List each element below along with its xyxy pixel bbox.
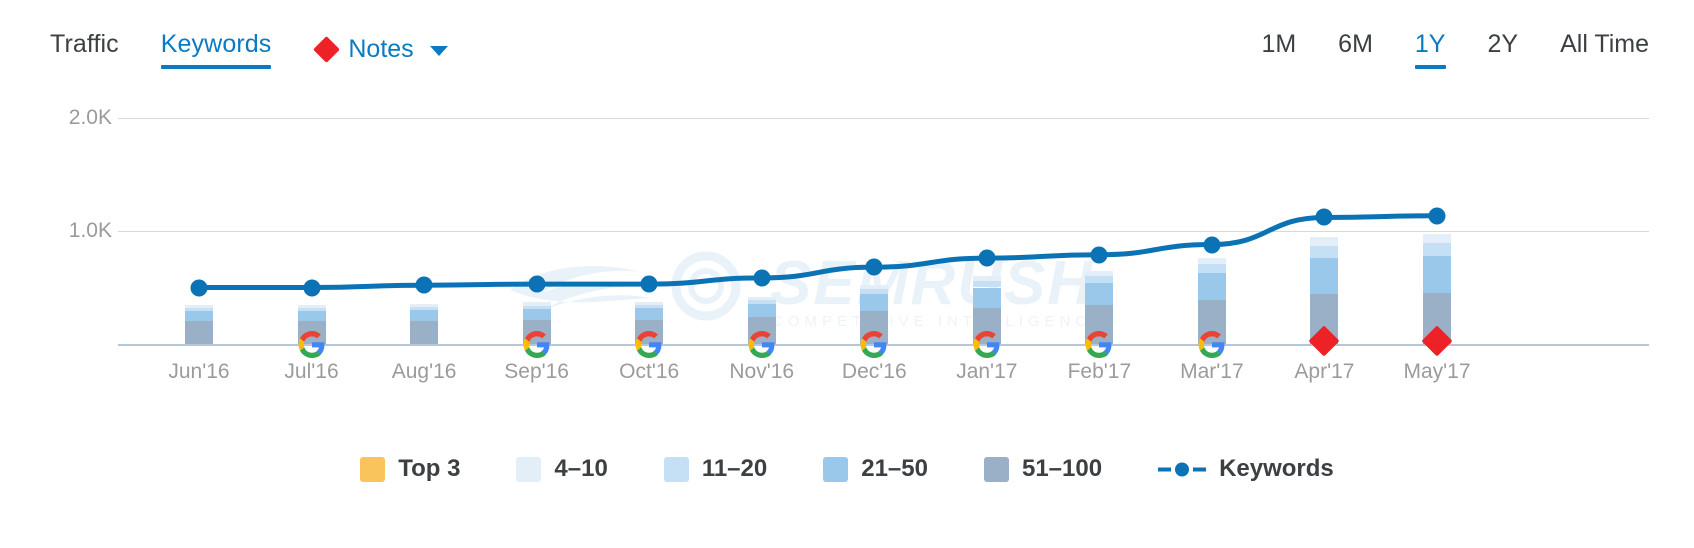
google-icon[interactable] [1085,331,1113,358]
x-axis-label: Jun'16 [168,360,230,383]
y-axis-label: 1.0K [68,219,112,242]
bar-segment[interactable] [522,302,551,306]
bar-segment[interactable] [747,300,776,305]
legend-label: 11–20 [701,455,768,482]
bar-segment[interactable] [185,311,213,322]
google-icon[interactable] [973,331,1000,358]
x-axis-label: May'17 [1403,360,1471,383]
x-axis-label: Dec'16 [841,360,907,383]
gridline [118,118,1649,119]
legend-line-marker-icon [1158,457,1207,482]
bar-segment[interactable] [635,305,664,309]
x-axis-label: Aug'16 [391,360,457,383]
bar-segment[interactable] [1085,276,1114,283]
data-point[interactable] [1203,236,1221,254]
legend-swatch [516,456,542,482]
data-point[interactable] [640,275,658,293]
data-point[interactable] [1315,208,1333,226]
bar-segment[interactable] [972,281,1001,288]
x-axis-label: Jan'17 [956,360,1018,383]
x-axis-label: Feb'17 [1067,360,1132,383]
bar-segment[interactable] [522,305,551,309]
bar-segment[interactable] [1197,272,1226,300]
bar-segment[interactable] [972,276,1001,282]
google-icon[interactable] [748,331,775,358]
x-axis-label: Apr'17 [1294,360,1355,383]
legend-item[interactable]: Top 3 [360,455,460,483]
legend-swatch [360,456,386,482]
gridline [118,231,1649,232]
legend-label: 21–50 [861,455,928,482]
bar-segment[interactable] [860,289,889,295]
svg-text:SEMRUSH: SEMRUSH [770,249,1094,318]
legend-label: Keywords [1219,455,1334,482]
legend-item[interactable]: 4–10 [516,455,608,483]
bar-segment[interactable] [1310,237,1339,246]
google-icon[interactable] [860,331,888,358]
x-axis-label: Nov'16 [729,360,795,383]
bar-segment[interactable] [185,305,213,309]
bar-segment[interactable] [635,301,664,305]
data-point[interactable] [978,249,996,267]
bar-segment[interactable] [1310,245,1339,259]
legend-label: Top 3 [398,455,461,482]
bar-segment[interactable] [860,284,889,290]
y-axis-label: 2.0K [68,106,112,129]
data-point[interactable] [1428,207,1446,225]
data-point[interactable] [415,276,433,294]
legend-item[interactable]: Keywords [1158,455,1334,483]
data-point[interactable] [190,279,208,296]
x-axis-label: Sep'16 [504,360,569,383]
bar-segment[interactable] [410,310,439,321]
bar-segment[interactable] [1085,282,1114,305]
bar-segment[interactable] [410,320,439,344]
semrush-watermark: SEMRUSH COMPETITIVE INTELLIGENCE [510,249,1106,328]
google-icon[interactable] [298,331,325,358]
bar-segment[interactable] [1423,233,1451,243]
bar-segment[interactable] [1197,257,1226,265]
legend-item[interactable]: 51–100 [983,455,1103,483]
chart-legend: Top 3 4–10 11–20 21–50 51–100 Keywords [0,455,1694,483]
bar-segment[interactable] [410,307,439,311]
data-point[interactable] [303,279,321,296]
bar-segment[interactable] [860,294,889,312]
legend-item[interactable]: 21–50 [823,455,928,483]
bar-segment[interactable] [1197,264,1226,273]
data-point[interactable] [753,269,771,287]
data-point[interactable] [1090,246,1108,264]
legend-item[interactable]: 11–20 [663,455,768,483]
data-point[interactable] [528,275,546,293]
legend-swatch [823,456,849,482]
bar-segment[interactable] [1423,255,1451,294]
legend-label: 4–10 [554,455,608,482]
chart-widget: Traffic Keywords Notes 1M 6M 1Y 2Y All T… [0,0,1694,548]
bar-segment[interactable] [185,308,213,312]
bar-segment[interactable] [297,308,326,312]
bar-segment[interactable] [635,308,664,320]
bar-segment[interactable] [297,305,326,309]
bar-segment[interactable] [747,304,776,318]
x-axis-label: Jul'16 [284,360,339,383]
x-axis-label: Mar'17 [1180,360,1244,383]
bar-segment[interactable] [747,296,776,301]
keywords-line [196,213,1440,290]
bar-segment[interactable] [1310,258,1339,295]
data-point[interactable] [865,258,883,276]
legend-swatch [983,456,1009,482]
bar-segment[interactable] [185,321,213,344]
legend-label: 51–100 [1021,455,1103,482]
svg-text:COMPETITIVE INTELLIGENCE: COMPETITIVE INTELLIGENCE [772,313,1106,328]
google-icon[interactable] [635,331,663,358]
x-axis-label: Oct'16 [619,360,680,383]
bar-segment[interactable] [972,287,1001,308]
bar-segment[interactable] [1423,242,1451,256]
google-icon[interactable] [523,331,550,358]
bar-segment[interactable] [297,311,326,322]
bar-segment[interactable] [1085,270,1114,277]
bar-segment[interactable] [522,308,551,321]
bar-segment[interactable] [410,303,439,308]
google-icon[interactable] [1198,331,1225,358]
legend-swatch [663,456,689,482]
